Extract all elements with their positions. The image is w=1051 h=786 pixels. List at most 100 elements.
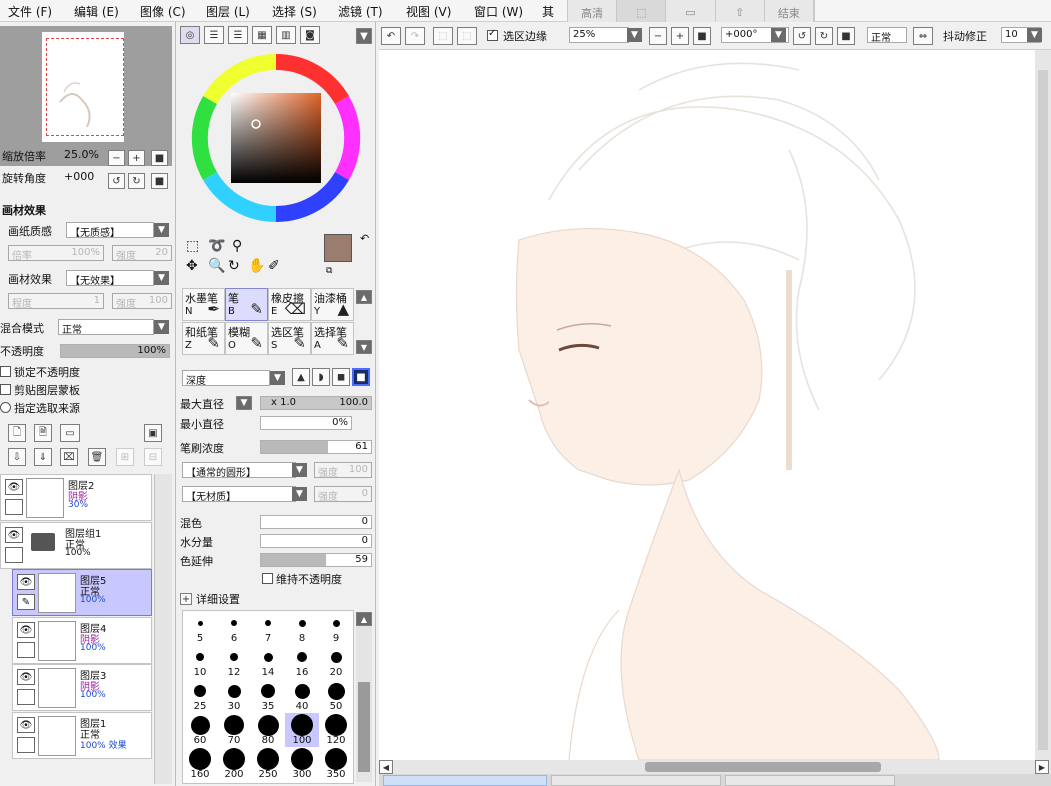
clear-layer-icon[interactable]: ⌧	[60, 448, 78, 466]
tool-scroll-up-icon[interactable]: ▲	[356, 290, 372, 304]
clip-mask-checkbox[interactable]	[0, 384, 11, 395]
layer-row[interactable]: 👁 图层1 正常 100% 效果	[12, 712, 152, 759]
edge-soft-icon[interactable]: ◼	[332, 368, 350, 386]
tool-bucket[interactable]: 油漆桶 Y ▲	[311, 288, 354, 321]
menu-filter[interactable]: 滤镜 (T)	[338, 3, 383, 20]
eye-icon[interactable]: 👁	[17, 622, 35, 638]
brush-edit-icon[interactable]: ✎	[17, 594, 35, 610]
brush-texture-dropdown-icon[interactable]: ▼	[292, 487, 307, 501]
lasso-icon[interactable]: ➰	[208, 238, 225, 254]
tool-choose-pen[interactable]: 选择笔 A ✎	[311, 322, 354, 355]
menu-layer[interactable]: 图层 (L)	[206, 3, 250, 20]
lock-alpha-checkbox[interactable]	[0, 366, 11, 377]
layer-list-scrollbar[interactable]	[154, 474, 172, 784]
max-size-dropdown-icon[interactable]: ▼	[236, 396, 252, 410]
canvas-zoom-out-icon[interactable]: −	[649, 27, 667, 45]
hand-icon[interactable]: ✋	[248, 258, 265, 274]
canvas-rotate-reset-icon[interactable]: ■	[837, 27, 855, 45]
new-linework-layer-icon[interactable]: 🗎	[34, 424, 52, 442]
brush-size-cell[interactable]: 60	[183, 713, 217, 747]
zoom-tool-icon[interactable]: 🔍	[208, 258, 225, 274]
tool-eraser[interactable]: 橡皮擦 E ⌫	[268, 288, 311, 321]
brush-size-cell[interactable]: 350	[319, 747, 353, 781]
layer-mask-icon[interactable]: ▣	[144, 424, 162, 442]
shape-strength-field[interactable]: 强度 100	[314, 462, 372, 479]
scratchpad-tab-icon[interactable]: ◙	[300, 26, 320, 44]
hscroll-right-icon[interactable]: ▶	[1035, 760, 1049, 774]
layer-row[interactable]: 👁 图层3 阴影 100%	[12, 664, 152, 711]
brush-size-cell[interactable]: 160	[183, 747, 217, 781]
menu-view[interactable]: 视图 (V)	[406, 3, 451, 20]
flip-icon[interactable]: ⇔	[913, 27, 933, 45]
mixer-tab-icon[interactable]: ▥	[276, 26, 296, 44]
new-folder-icon[interactable]: ▭	[60, 424, 80, 442]
brush-size-cell[interactable]: 80	[251, 713, 285, 747]
transfer-down-icon[interactable]: ⇩	[8, 448, 26, 466]
water-slider[interactable]: 0	[260, 534, 372, 548]
document-tab[interactable]	[551, 775, 721, 786]
drawing-canvas[interactable]	[379, 50, 1035, 760]
brush-size-cell[interactable]: 35	[251, 679, 285, 713]
layer-group-row[interactable]: 👁 图层组1 正常 100%	[0, 522, 152, 569]
hscroll-left-icon[interactable]: ◀	[379, 760, 393, 774]
magic-wand-icon[interactable]: ⚲	[232, 238, 242, 254]
size-grid-scrollbar[interactable]: ▲	[356, 612, 372, 782]
select-source-radio[interactable]	[0, 402, 11, 413]
stabilizer-dropdown-icon[interactable]: ▼	[1027, 28, 1042, 42]
blend-mode-select[interactable]: 正常	[58, 319, 154, 336]
rotate-reset-button[interactable]: ■	[151, 173, 168, 189]
opacity-slider[interactable]: 100%	[60, 344, 170, 358]
layer-lock-checkbox[interactable]	[17, 642, 35, 658]
rotate-right-button[interactable]: ↻	[128, 173, 145, 189]
brush-size-cell[interactable]: 40	[285, 679, 319, 713]
canvas-horizontal-scrollbar[interactable]: ◀ ▶	[379, 760, 1051, 774]
brush-size-cell[interactable]: 6	[217, 611, 251, 645]
brush-shape-select[interactable]: 【通常的圆形】	[182, 462, 296, 479]
brush-mode-select[interactable]: 深度	[182, 370, 270, 387]
brush-size-cell[interactable]: 20	[319, 645, 353, 679]
apply-mask-icon[interactable]: ⊞	[116, 448, 134, 466]
edge-hard-icon[interactable]: ▲	[292, 368, 310, 386]
edge-round-icon[interactable]: ◗	[312, 368, 330, 386]
menu-image[interactable]: 图像 (C)	[140, 3, 186, 20]
delete-layer-icon[interactable]: 🗑	[88, 448, 106, 466]
canvas-rotate-left-icon[interactable]: ↺	[793, 27, 811, 45]
detail-expand-icon[interactable]: +	[180, 593, 192, 605]
zoom-reset-button[interactable]: ■	[151, 150, 168, 166]
document-tab[interactable]	[725, 775, 895, 786]
redo-icon[interactable]: ↷	[405, 27, 425, 45]
move-icon[interactable]: ✥	[186, 258, 198, 274]
navigator-view-frame[interactable]	[46, 38, 124, 136]
color-wheel[interactable]	[190, 52, 362, 224]
canvas-zoom-reset-icon[interactable]: ■	[693, 27, 711, 45]
eye-icon[interactable]: 👁	[17, 717, 35, 733]
delete-mask-icon[interactable]: ⊟	[144, 448, 162, 466]
layer-row[interactable]: 👁 图层2 阴影 30%	[0, 474, 152, 521]
brush-size-cell[interactable]: 5	[183, 611, 217, 645]
brush-size-cell[interactable]: 300	[285, 747, 319, 781]
menu-window[interactable]: 窗口 (W)	[474, 3, 523, 20]
canvas-angle-dropdown-icon[interactable]: ▼	[771, 28, 786, 42]
paper-scale-field[interactable]: 倍率 100%	[8, 245, 104, 262]
document-tab-active[interactable]	[383, 775, 547, 786]
stretch-slider[interactable]: 59	[260, 553, 372, 567]
paper-select[interactable]: 【无质感】	[66, 222, 154, 239]
brush-size-cell[interactable]: 10	[183, 645, 217, 679]
primary-color-swatch[interactable]	[324, 234, 352, 262]
tool-ink-pen[interactable]: 水墨笔 N ✒	[182, 288, 225, 321]
effect-strength-field[interactable]: 强度 100	[112, 293, 172, 310]
select-edge-checkbox[interactable]: ✓	[487, 28, 498, 41]
effect-select[interactable]: 【无效果】	[66, 270, 154, 287]
brush-size-cell[interactable]: 12	[217, 645, 251, 679]
eye-icon[interactable]: 👁	[5, 527, 23, 543]
brush-density-slider[interactable]: 61	[260, 440, 372, 454]
size-scroll-thumb[interactable]	[358, 682, 370, 772]
effect-width-field[interactable]: 程度 1	[8, 293, 104, 310]
menu-other[interactable]: 其	[542, 3, 554, 20]
brush-size-cell[interactable]: 120	[319, 713, 353, 747]
hsv-slider-tab-icon[interactable]: ☰	[228, 26, 248, 44]
rect-select-icon[interactable]: ⬚	[186, 238, 199, 254]
min-size-slider[interactable]: 0%	[260, 416, 352, 430]
tool-blur[interactable]: 模糊 O ✎	[225, 322, 268, 355]
brush-size-cell[interactable]: 16	[285, 645, 319, 679]
